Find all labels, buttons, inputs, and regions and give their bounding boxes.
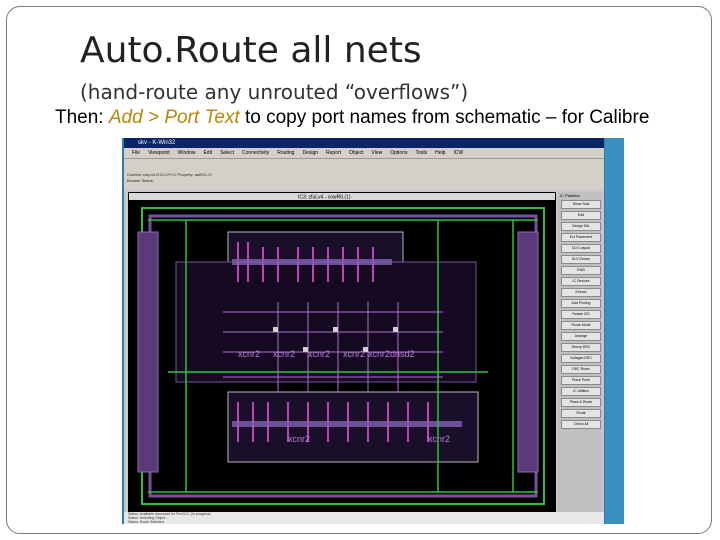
menu-item[interactable]: View [372,150,383,156]
body-prefix: Then: [55,107,109,128]
slide-title: Auto.Route all nets [80,30,422,71]
palette-button[interactable]: Check All [561,420,601,429]
menu-item[interactable]: Connectivity [242,150,269,156]
right-pad-block [517,231,539,473]
palette-button[interactable]: Route [561,409,601,418]
body-suffix: to copy port names from schematic – for … [239,107,650,128]
net-label: xcnr2 [308,349,330,359]
status-line-2: Browse Status: [127,178,154,183]
palette-button[interactable]: Design Std. [561,222,601,231]
net-label: xcnr2 [273,349,295,359]
layout-tool-screenshot: skv - K-Win32 File Viewpoint Window Edit Sel… [122,138,624,524]
palette-button[interactable]: Voltages DRC [561,354,601,363]
palette-button[interactable]: IC Devices [561,277,601,286]
palette-button[interactable]: Edit [561,211,601,220]
desktop-edge [605,138,624,524]
palette-button[interactable]: Extract [561,288,601,297]
palette-button[interactable]: Rotate ICD [561,310,601,319]
menu-item[interactable]: Help [435,150,445,156]
palette-button[interactable]: FWD [561,266,601,275]
palette-button[interactable]: Reexp DRC [561,343,601,352]
menu-item[interactable]: Object [349,150,363,156]
palette-button[interactable]: IC Utilities [561,387,601,396]
left-pad-block [137,231,159,473]
menu-item[interactable]: Routing [277,150,294,156]
core-region [175,261,477,383]
menu-item[interactable]: Viewpoint [148,150,170,156]
net-label: xcnr2 [238,349,260,359]
body-highlight: Add > Port Text [108,107,240,128]
palette-button[interactable]: Show Sold [561,200,601,209]
window-titlebar: skv - K-Win32 [124,138,604,148]
menu-bar: File Viewpoint Window Edit Select Connectivit… [124,148,604,158]
ic-palette-panel: IC Palettes Show Sold Edit Design Std. Ext … [558,192,602,512]
menu-item[interactable]: Tools [415,150,427,156]
palette-button[interactable]: DLV Device [561,255,601,264]
menu-item[interactable]: Options [390,150,407,156]
palette-button[interactable]: Route Mode [561,321,601,330]
palette-button[interactable]: Arrange [561,332,601,341]
toolbar [124,158,604,173]
palette-button[interactable]: Place & Route [561,398,601,407]
status-area: Context: cmp:ld IC3:C>P:C/ Property: aut… [124,172,604,190]
panel-title: IC Palettes [560,193,580,198]
palette-button[interactable]: Add Pinning [561,299,601,308]
net-label: xcnr2 [428,434,450,444]
palette-button[interactable]: DLV Layout [561,244,601,253]
slide-body: Then: Add > Port Text to copy port names… [55,107,649,129]
palette-button[interactable]: Place Ports [561,376,601,385]
message-line: Status: Route Selected [128,520,164,524]
net-label: dnsd2 [390,349,415,359]
net-label: xcnr2 [368,349,390,359]
slide-subtitle: (hand-route any unrouted “overflows”) [80,80,469,104]
net-label: xcnr2 [343,349,365,359]
menu-item[interactable]: Edit [203,150,212,156]
menu-item[interactable]: Design [302,150,318,156]
menu-item[interactable]: Select [220,150,234,156]
app-window: skv - K-Win32 File Viewpoint Window Edit Sel… [124,138,604,524]
palette-button[interactable]: DRC Rules [561,365,601,374]
menu-item[interactable]: File [132,150,140,156]
menu-item[interactable]: ICW [453,150,463,156]
message-area: Status: Available resources for PreXCC: … [124,512,604,524]
layout-canvas[interactable]: IC3: zfuLv4 - cowR0.(1) xcnr2 xcnr2 xcnr… [128,192,556,512]
net-label: xcnr2 [288,434,310,444]
palette-button[interactable]: Ext Placement [561,233,601,242]
menu-item[interactable]: Window [178,150,196,156]
canvas-label: IC3: zfuLv4 - cowR0.(1) [298,195,351,201]
menu-item[interactable]: Report [326,150,341,156]
layout-drawing: IC3: zfuLv4 - cowR0.(1) xcnr2 xcnr2 xcnr… [128,192,556,512]
